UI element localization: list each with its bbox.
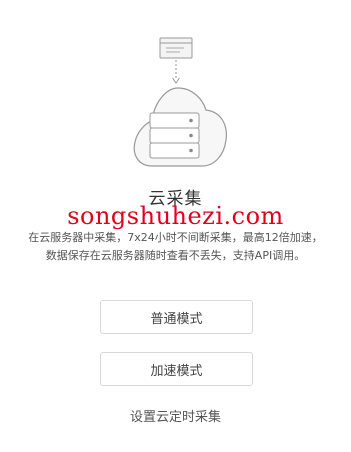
schedule-cloud-collection-link[interactable]: 设置云定时采集 [0, 406, 351, 425]
normal-mode-button[interactable]: 普通模式 [100, 300, 253, 334]
fast-mode-button[interactable]: 加速模式 [100, 352, 253, 386]
cloud-server-illustration [133, 37, 227, 167]
description-line-2: 数据保存在云服务器随时查看不丢失，支持API调用。 [45, 249, 306, 262]
site-watermark: songshuhezi.com [67, 202, 284, 230]
cloud-collection-description: 在云服务器中采集，7x24小时不间断采集，最高12倍加速， 数据保存在云服务器随… [8, 229, 343, 265]
document-icon [159, 37, 193, 59]
server-stack-icon [149, 112, 200, 159]
description-line-1: 在云服务器中采集，7x24小时不间断采集，最高12倍加速， [28, 231, 323, 244]
